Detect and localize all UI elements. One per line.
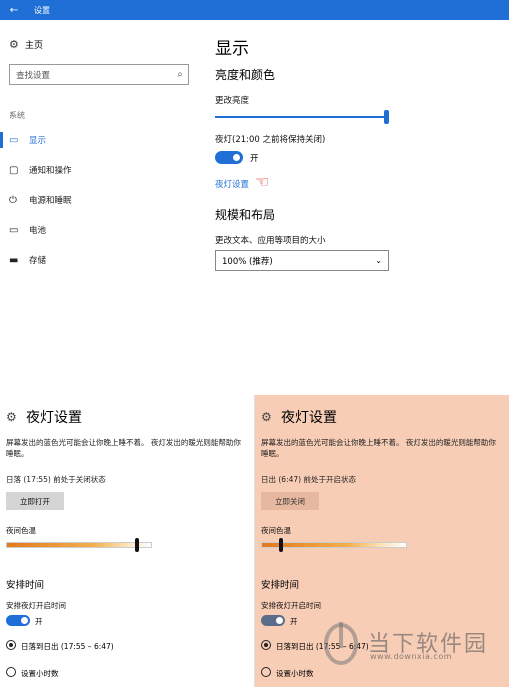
sidebar-item-label: 显示 <box>29 136 47 146</box>
sidebar-item-display[interactable]: ▭ 显示 <box>0 130 200 150</box>
gear-icon: ⚙ <box>6 410 17 424</box>
indicator-slot <box>0 162 3 178</box>
watermark-url: www.downxia.com <box>370 652 453 661</box>
brightness-slider-track[interactable] <box>215 116 387 118</box>
temperature-slider-thumb[interactable] <box>135 538 139 552</box>
turn-off-now-button[interactable]: 立即关闭 <box>261 492 319 510</box>
watermark: 当下软件园 www.downxia.com <box>322 618 488 666</box>
scale-dropdown[interactable]: 100% (推荐) ⌄ <box>215 250 389 271</box>
sunset-sunrise-radio[interactable] <box>261 640 271 650</box>
active-indicator <box>0 132 3 148</box>
sidebar-item-notifications[interactable]: ▢ 通知和操作 <box>0 160 200 180</box>
home-link[interactable]: ⚙ 主页 <box>9 38 43 51</box>
panel-title: 夜灯设置 <box>26 410 82 426</box>
display-settings-pane: 显示 亮度和颜色 更改亮度 夜灯(21:00 之前将保持关闭) 开 夜灯设置 ☜… <box>215 20 509 310</box>
temperature-slider-thumb[interactable] <box>279 538 283 552</box>
sidebar-item-power[interactable]: ⏻ 电源和睡眠 <box>0 190 200 210</box>
sidebar-item-label: 存储 <box>29 256 47 266</box>
brightness-slider-thumb[interactable] <box>384 110 389 124</box>
night-light-label: 夜灯(21:00 之前将保持关闭) <box>215 135 326 145</box>
watermark-logo-icon <box>322 618 360 666</box>
night-light-state: 开 <box>250 154 259 164</box>
gear-icon: ⚙ <box>9 38 19 51</box>
panel-header: ⚙ 夜灯设置 <box>6 407 82 427</box>
set-hours-radio[interactable] <box>6 667 16 677</box>
home-label: 主页 <box>25 41 44 51</box>
night-light-settings-link[interactable]: 夜灯设置 <box>215 178 249 190</box>
set-hours-label: 设置小时数 <box>21 669 59 678</box>
scale-label: 更改文本、应用等项目的大小 <box>215 236 326 246</box>
night-light-toggle[interactable] <box>215 151 243 164</box>
panel-header: ⚙ 夜灯设置 <box>261 407 337 427</box>
monitor-icon: ▭ <box>9 134 19 146</box>
panel-title: 夜灯设置 <box>281 410 337 426</box>
search-input[interactable]: 查找设置 ⌕ <box>9 64 189 85</box>
sidebar-item-storage[interactable]: ▬ 存储 <box>0 250 200 270</box>
section-label: 系统 <box>9 111 25 120</box>
temperature-label: 夜间色温 <box>6 526 36 535</box>
page-title: 显示 <box>215 39 249 59</box>
sunset-sunrise-label: 日落到日出 (17:55 – 6:47) <box>21 642 114 651</box>
schedule-toggle[interactable] <box>6 615 30 626</box>
set-hours-label: 设置小时数 <box>276 669 314 678</box>
pointing-hand-icon: ☜ <box>255 172 270 191</box>
indicator-slot <box>0 222 3 238</box>
schedule-toggle-state: 开 <box>35 617 43 626</box>
panel-description: 屏幕发出的蓝色光可能会让你晚上睡不着。 夜灯发出的暖光则能帮助你睡眠。 <box>6 438 241 458</box>
schedule-heading: 安排时间 <box>6 580 45 591</box>
brightness-heading: 亮度和颜色 <box>215 68 276 82</box>
notification-icon: ▢ <box>9 164 19 176</box>
chevron-down-icon: ⌄ <box>375 256 382 265</box>
gear-icon: ⚙ <box>261 410 272 424</box>
indicator-slot <box>0 252 3 268</box>
schedule-label: 安排夜灯开启时间 <box>6 601 66 610</box>
search-placeholder: 查找设置 <box>16 70 51 81</box>
window-title: 设置 <box>34 5 50 15</box>
color-temperature-slider[interactable] <box>6 538 152 552</box>
brightness-label: 更改亮度 <box>215 96 250 106</box>
sunset-sunrise-radio[interactable] <box>6 640 16 650</box>
schedule-label: 安排夜灯开启时间 <box>261 601 321 610</box>
indicator-slot <box>0 192 3 208</box>
storage-icon: ▬ <box>9 254 19 266</box>
panel-description: 屏幕发出的蓝色光可能会让你晚上睡不着。 夜灯发出的暖光则能帮助你睡眠。 <box>261 438 496 458</box>
schedule-toggle[interactable] <box>261 615 285 626</box>
panel-status: 日出 (6:47) 前处于开启状态 <box>261 475 356 484</box>
scale-value: 100% (推荐) <box>222 256 273 267</box>
panel-status: 日落 (17:55) 前处于关闭状态 <box>6 475 106 484</box>
turn-on-now-button[interactable]: 立即打开 <box>6 492 64 510</box>
power-icon: ⏻ <box>9 194 17 206</box>
back-arrow-icon[interactable]: ← <box>0 5 28 16</box>
temperature-label: 夜间色温 <box>261 526 291 535</box>
sidebar: ⚙ 主页 查找设置 ⌕ 系统 ▭ 显示 ▢ 通知和操作 ⏻ 电源和睡眠 ▭ 电池… <box>0 20 200 310</box>
schedule-heading: 安排时间 <box>261 580 300 591</box>
battery-icon: ▭ <box>9 224 19 236</box>
sidebar-item-label: 通知和操作 <box>29 166 72 176</box>
schedule-toggle-state: 开 <box>290 617 298 626</box>
title-bar: ← 设置 <box>0 0 509 20</box>
night-light-panel-off: ⚙ 夜灯设置 屏幕发出的蓝色光可能会让你晚上睡不着。 夜灯发出的暖光则能帮助你睡… <box>0 395 254 687</box>
sidebar-item-label: 电池 <box>29 226 47 236</box>
color-temperature-slider[interactable] <box>261 538 407 552</box>
search-icon[interactable]: ⌕ <box>172 69 188 80</box>
set-hours-radio[interactable] <box>261 667 271 677</box>
sidebar-item-battery[interactable]: ▭ 电池 <box>0 220 200 240</box>
scale-heading: 规模和布局 <box>215 208 276 222</box>
sidebar-item-label: 电源和睡眠 <box>29 196 72 206</box>
